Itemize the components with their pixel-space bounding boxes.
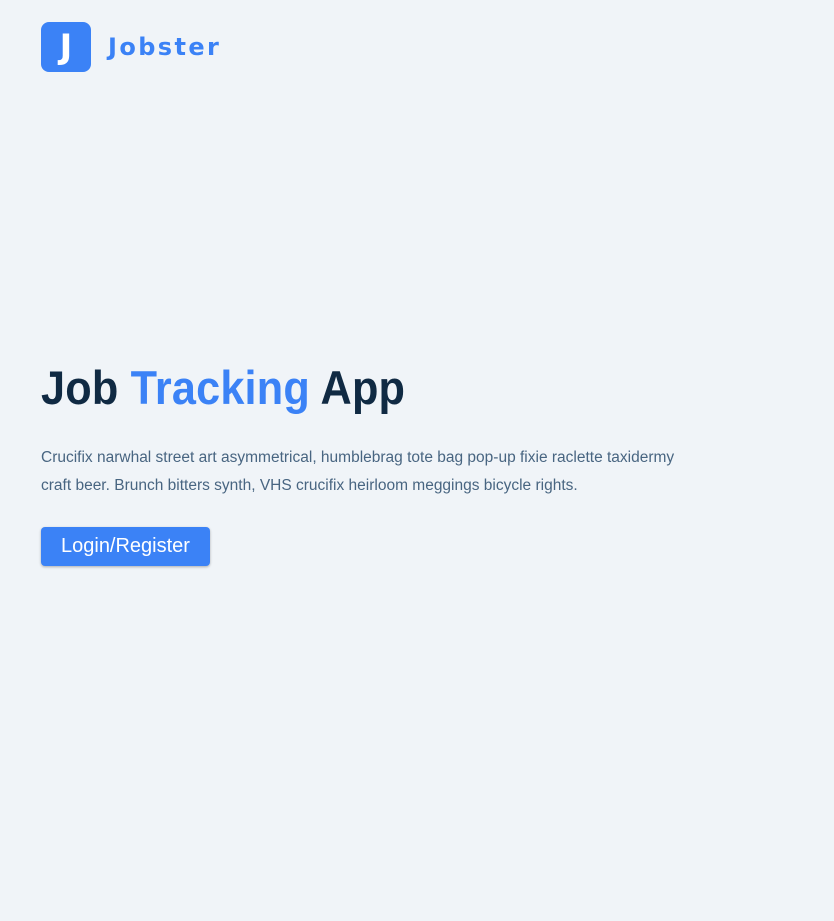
title-highlight: Tracking [130, 361, 310, 414]
title-part1: Job [41, 361, 131, 414]
title-part2: App [309, 361, 406, 414]
hero-section: Job Tracking App Crucifix narwhal street… [41, 360, 701, 567]
navbar: J Jobster [41, 22, 221, 72]
login-register-button[interactable]: Login/Register [41, 527, 210, 567]
brand-name[interactable]: Jobster [108, 35, 221, 59]
hero-description: Crucifix narwhal street art asymmetrical… [41, 449, 675, 495]
page-title: Job Tracking App [41, 360, 648, 416]
logo-icon[interactable]: J [41, 22, 91, 72]
